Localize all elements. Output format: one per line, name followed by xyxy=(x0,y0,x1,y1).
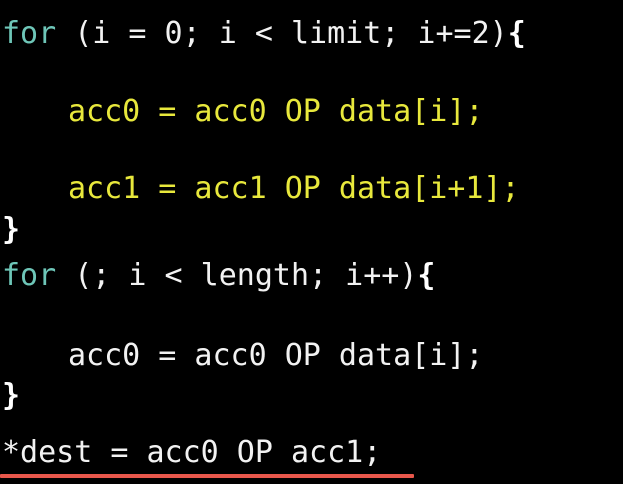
code-line-for-loop-remainder: for (; i < length; i++){ xyxy=(2,258,435,294)
open-brace: { xyxy=(507,16,526,51)
highlight-underline xyxy=(0,474,414,478)
code-line-for-loop-unrolled: for (i = 0; i < limit; i+=2){ xyxy=(2,16,526,52)
keyword-for: for xyxy=(2,16,57,51)
code-line-close-brace: } xyxy=(2,378,20,414)
code-line-acc0-update: acc0 = acc0 OP data[i]; xyxy=(2,94,483,130)
keyword-for: for xyxy=(2,258,57,293)
statement-acc0: acc0 = acc0 OP data[i]; xyxy=(68,94,484,129)
loop-header: (i = 0; i < limit; i+=2) xyxy=(56,16,508,51)
code-view: for (i = 0; i < limit; i+=2){ acc0 = acc… xyxy=(0,0,623,484)
close-brace: } xyxy=(2,212,21,247)
statement-acc1: acc1 = acc1 OP data[i+1]; xyxy=(68,171,520,206)
close-brace: } xyxy=(2,378,21,413)
code-line-acc0-remainder: acc0 = acc0 OP data[i]; xyxy=(2,338,483,374)
statement-acc0-remainder: acc0 = acc0 OP data[i]; xyxy=(68,338,484,373)
loop-header: (; i < length; i++) xyxy=(56,258,418,293)
code-line-acc1-update: acc1 = acc1 OP data[i+1]; xyxy=(2,171,520,207)
code-line-dest-assign: *dest = acc0 OP acc1; xyxy=(2,435,381,471)
statement-dest: *dest = acc0 OP acc1; xyxy=(2,435,382,470)
code-line-close-brace: } xyxy=(2,212,20,248)
open-brace: { xyxy=(417,258,436,293)
